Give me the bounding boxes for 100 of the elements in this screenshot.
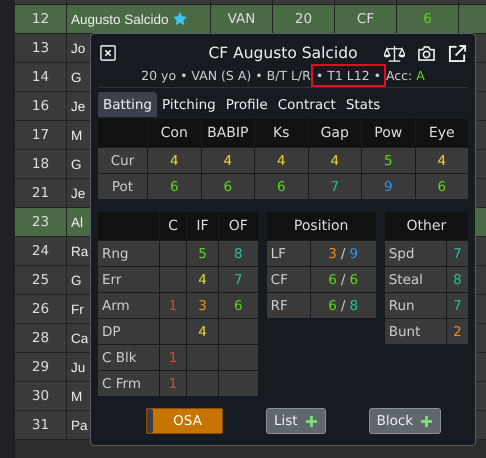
rating-cell: 6 [255, 174, 308, 199]
row-label: Run [384, 293, 446, 318]
row-number: 16 [32, 98, 50, 114]
row-label: C Blk [98, 345, 159, 370]
row-label: Steal [384, 267, 446, 292]
plus-icon [420, 414, 434, 428]
add-button[interactable]: Block [368, 408, 442, 434]
row-number: 25 [32, 272, 50, 288]
rating-cell: 2 [446, 319, 468, 344]
tab[interactable]: Contract [272, 92, 341, 117]
player-name: Fr [71, 302, 84, 316]
player-name: Al [71, 214, 84, 230]
scale-icon[interactable] [384, 44, 405, 62]
player-name: Ra [71, 244, 88, 258]
camera-icon[interactable] [417, 44, 436, 62]
row-number: 12 [32, 11, 50, 27]
rating-cell: 8 [219, 241, 258, 266]
close-icon[interactable] [100, 45, 116, 61]
player-name: Je [71, 98, 86, 114]
row-label: Spd [384, 241, 446, 266]
rating-cell: 4 [187, 319, 218, 344]
rating-cell: 9 [362, 174, 414, 199]
player-name: G [71, 156, 82, 172]
player-name: G [71, 70, 82, 84]
rating-cell: 1 [160, 293, 186, 318]
rating-cell: 7 [446, 293, 468, 318]
row-number: 14 [32, 69, 50, 85]
table-cell: CF [356, 11, 374, 27]
row-label: Cur [98, 148, 147, 173]
tab[interactable]: Profile [220, 92, 273, 117]
rating-cell: 8 [446, 267, 468, 292]
row-label: RF [266, 293, 310, 318]
rating-cell: 4 [255, 148, 308, 173]
rating-cell: 6 / 6 [310, 267, 376, 292]
row-label: Arm [98, 293, 159, 318]
column-header: Con [148, 119, 200, 147]
rating-cell: 5 [362, 148, 414, 173]
rating-cell: 6 [219, 293, 258, 318]
tab[interactable]: Stats [340, 92, 386, 117]
popup-title: CF Augusto Salcido [208, 44, 358, 62]
accuracy-label: Acc: [386, 68, 412, 83]
accuracy-value: A [416, 68, 425, 83]
rating-cell: 3 / 9 [310, 241, 376, 266]
rating-cell: 6 / 8 [310, 293, 376, 318]
rating-cell: 4 [202, 148, 254, 173]
row-number: 28 [32, 330, 50, 346]
corner-cell [98, 119, 147, 147]
row-label: DP [98, 319, 159, 344]
row-label: Rng [98, 241, 159, 266]
column-header: Pow [362, 119, 414, 147]
table-cell: 20 [294, 11, 312, 27]
rating-cell: 1 [160, 371, 186, 396]
row-number: 31 [32, 417, 50, 433]
tab[interactable]: Pitching [157, 92, 221, 117]
row-number: 26 [32, 301, 50, 317]
corner-cell [98, 212, 159, 240]
add-button[interactable]: List [266, 408, 326, 434]
row-number: 18 [32, 156, 50, 172]
player-name: G [71, 272, 82, 288]
rating-cell: 1 [160, 345, 186, 370]
row-number: 21 [32, 185, 50, 201]
player-name: Augusto Salcido [71, 12, 169, 26]
rating-cell: 3 [187, 293, 218, 318]
player-name: Ca [71, 330, 88, 346]
player-info: 20 yo • VAN (S A) • B/T L/R [141, 68, 311, 83]
player-name: Je [71, 186, 86, 200]
rating-cell: 7 [308, 174, 361, 199]
table-cell: 6 [423, 11, 432, 27]
row-number: 29 [32, 359, 50, 375]
column-header: OF [219, 212, 258, 240]
row-number: 17 [32, 127, 50, 143]
rating-cell: 6 [148, 174, 200, 199]
rating-cell: 5 [187, 241, 218, 266]
rating-cell: 4 [416, 148, 468, 173]
section-header: Other [384, 212, 468, 240]
section-header: Position [266, 212, 376, 240]
row-label: LF [266, 241, 310, 266]
column-header: Ks [255, 119, 308, 147]
rating-cell: 7 [446, 241, 468, 266]
rating-cell: 4 [187, 267, 218, 292]
row-label: Bunt [384, 319, 446, 344]
osa-toggle[interactable]: OSA [146, 408, 223, 434]
player-name: M [71, 128, 82, 142]
rating-cell: 6 [202, 174, 254, 199]
column-header: IF [187, 212, 218, 240]
column-header: Eye [416, 119, 468, 147]
row-label: Err [98, 267, 159, 292]
tab[interactable]: Batting [98, 92, 157, 117]
column-header: Gap [308, 119, 361, 147]
rating-cell: 6 [416, 174, 468, 199]
rating-cell: 4 [148, 148, 200, 173]
row-number: 24 [32, 243, 50, 259]
row-number: 13 [32, 40, 50, 56]
row-label: C Frm [98, 371, 159, 396]
column-header: BABIP [202, 119, 254, 147]
player-name: Pa [71, 418, 88, 432]
plus-icon [304, 414, 318, 428]
row-label: Pot [98, 174, 147, 199]
external-link-icon[interactable] [448, 44, 467, 62]
rating-cell: 7 [219, 267, 258, 292]
